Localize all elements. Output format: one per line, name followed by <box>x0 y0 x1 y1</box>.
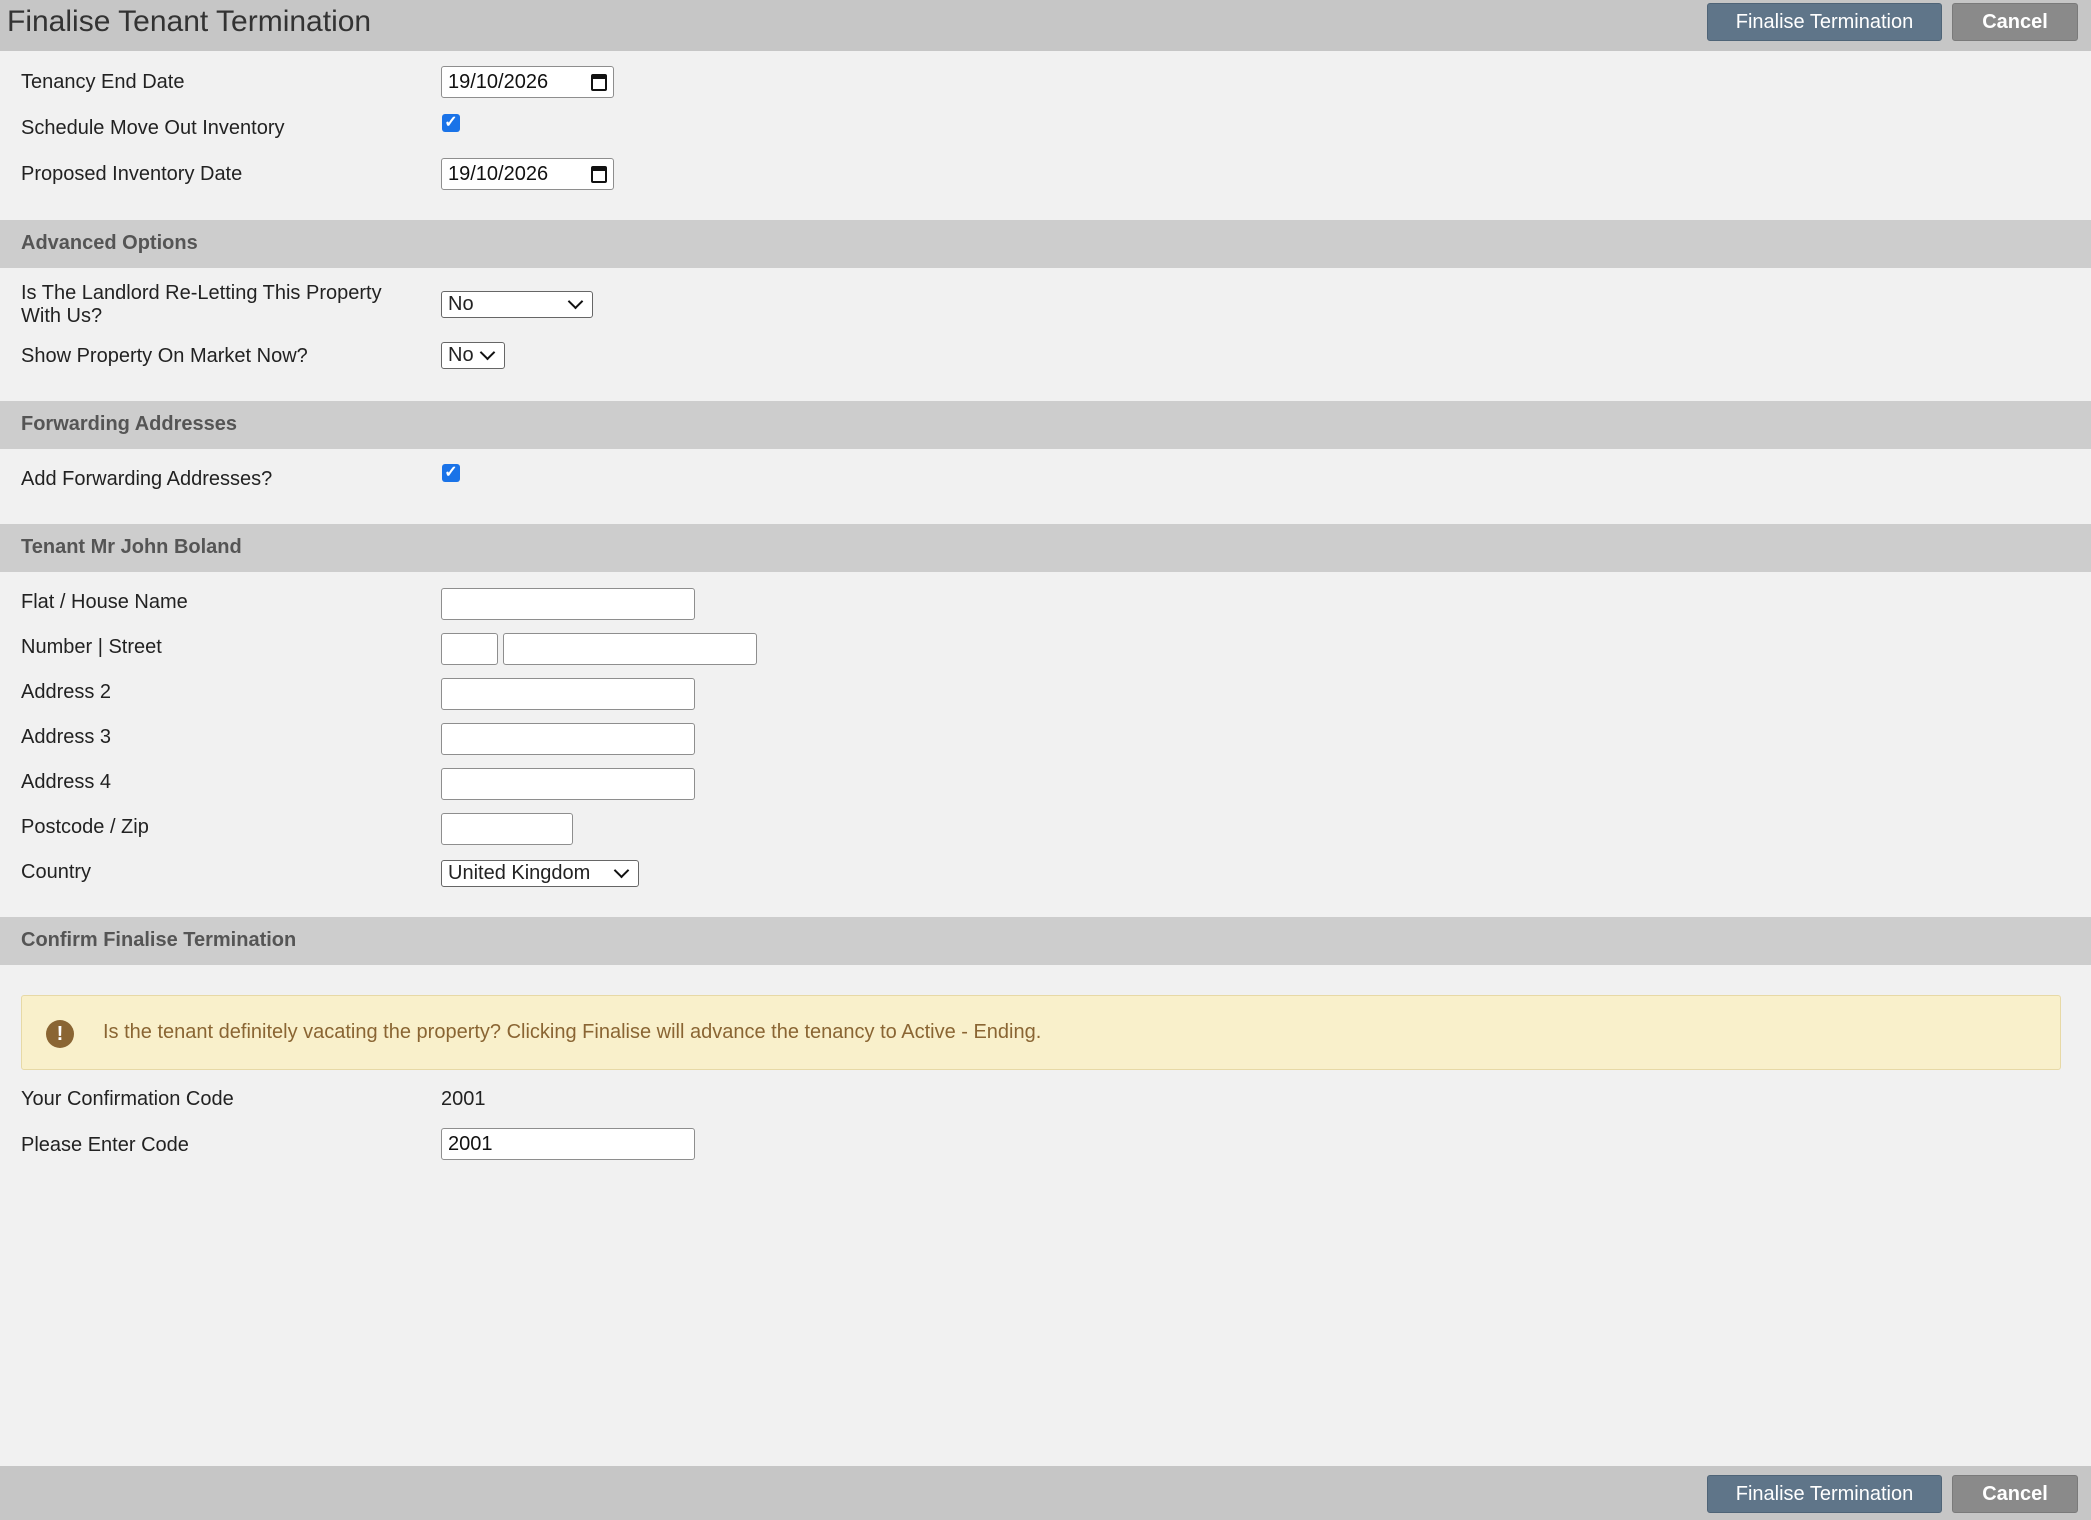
add-forwarding-label: Add Forwarding Addresses? <box>21 468 273 490</box>
address-4-input[interactable] <box>441 768 695 800</box>
section-heading: Forwarding Addresses <box>21 413 237 435</box>
flat-house-name-label: Flat / House Name <box>21 591 188 613</box>
show-market-label: Show Property On Market Now? <box>21 345 308 367</box>
section-heading: Confirm Finalise Termination <box>21 929 297 951</box>
schedule-inventory-label: Schedule Move Out Inventory <box>21 117 285 139</box>
reletting-selected-value: No <box>448 293 474 315</box>
chevron-down-icon <box>479 344 496 361</box>
proposed-inventory-date-input[interactable]: 19/10/2026 <box>441 158 614 190</box>
section-heading: Advanced Options <box>21 232 198 254</box>
proposed-inventory-date-label: Proposed Inventory Date <box>21 163 243 185</box>
show-market-selected-value: No <box>448 344 474 366</box>
section-heading: Tenant Mr John Boland <box>21 536 242 558</box>
country-select[interactable]: United Kingdom <box>441 860 639 887</box>
page-title: Finalise Tenant Termination <box>7 5 372 38</box>
finalise-termination-button-footer[interactable]: Finalise Termination <box>1707 1475 1942 1513</box>
address-2-input[interactable] <box>441 678 695 710</box>
chevron-down-icon <box>567 293 584 310</box>
enter-code-value: 2001 <box>448 1132 493 1155</box>
confirm-finalise-header: Confirm Finalise Termination <box>0 917 2091 965</box>
cancel-button[interactable]: Cancel <box>1952 3 2078 41</box>
tenancy-end-date-value: 19/10/2026 <box>448 70 549 93</box>
address-4-label: Address 4 <box>21 771 112 793</box>
top-toolbar: Finalise Tenant Termination Finalise Ter… <box>0 0 2091 51</box>
finalise-termination-button[interactable]: Finalise Termination <box>1707 3 1942 41</box>
house-number-input[interactable] <box>441 633 498 665</box>
country-label: Country <box>21 861 92 883</box>
show-market-select[interactable]: No <box>441 342 505 369</box>
address-2-label: Address 2 <box>21 681 112 703</box>
tenancy-end-date-label: Tenancy End Date <box>21 71 185 93</box>
bottom-toolbar: Finalise Termination Cancel <box>0 1466 2091 1520</box>
cancel-button-footer[interactable]: Cancel <box>1952 1475 2078 1513</box>
reletting-label: Is The Landlord Re-Letting This Property… <box>21 282 382 327</box>
enter-code-input[interactable]: 2001 <box>441 1128 695 1160</box>
flat-house-name-input[interactable] <box>441 588 695 620</box>
number-street-label: Number | Street <box>21 636 162 658</box>
enter-code-label: Please Enter Code <box>21 1134 189 1156</box>
alert-message: Is the tenant definitely vacating the pr… <box>103 1021 1042 1043</box>
proposed-inventory-date-value: 19/10/2026 <box>448 162 549 185</box>
confirmation-code-value: 2001 <box>441 1088 486 1110</box>
address-3-input[interactable] <box>441 723 695 755</box>
advanced-options-header: Advanced Options <box>0 220 2091 268</box>
warning-alert: ! Is the tenant definitely vacating the … <box>21 995 2061 1070</box>
postcode-input[interactable] <box>441 813 573 845</box>
confirmation-code-label: Your Confirmation Code <box>21 1088 234 1110</box>
chevron-down-icon <box>613 862 630 879</box>
checkmark-icon: ✓ <box>444 464 458 481</box>
street-input[interactable] <box>503 633 757 665</box>
calendar-icon[interactable] <box>591 165 607 183</box>
forwarding-addresses-header: Forwarding Addresses <box>0 401 2091 449</box>
exclamation-icon: ! <box>46 1020 74 1048</box>
country-selected-value: United Kingdom <box>448 862 591 884</box>
schedule-inventory-checkbox[interactable]: ✓ <box>442 114 460 132</box>
checkmark-icon: ✓ <box>444 114 458 131</box>
tenancy-end-date-input[interactable]: 19/10/2026 <box>441 66 614 98</box>
calendar-icon[interactable] <box>591 73 607 91</box>
add-forwarding-checkbox[interactable]: ✓ <box>442 464 460 482</box>
reletting-select[interactable]: No <box>441 291 593 318</box>
address-3-label: Address 3 <box>21 726 112 748</box>
postcode-label: Postcode / Zip <box>21 816 149 838</box>
tenant-header: Tenant Mr John Boland <box>0 524 2091 572</box>
